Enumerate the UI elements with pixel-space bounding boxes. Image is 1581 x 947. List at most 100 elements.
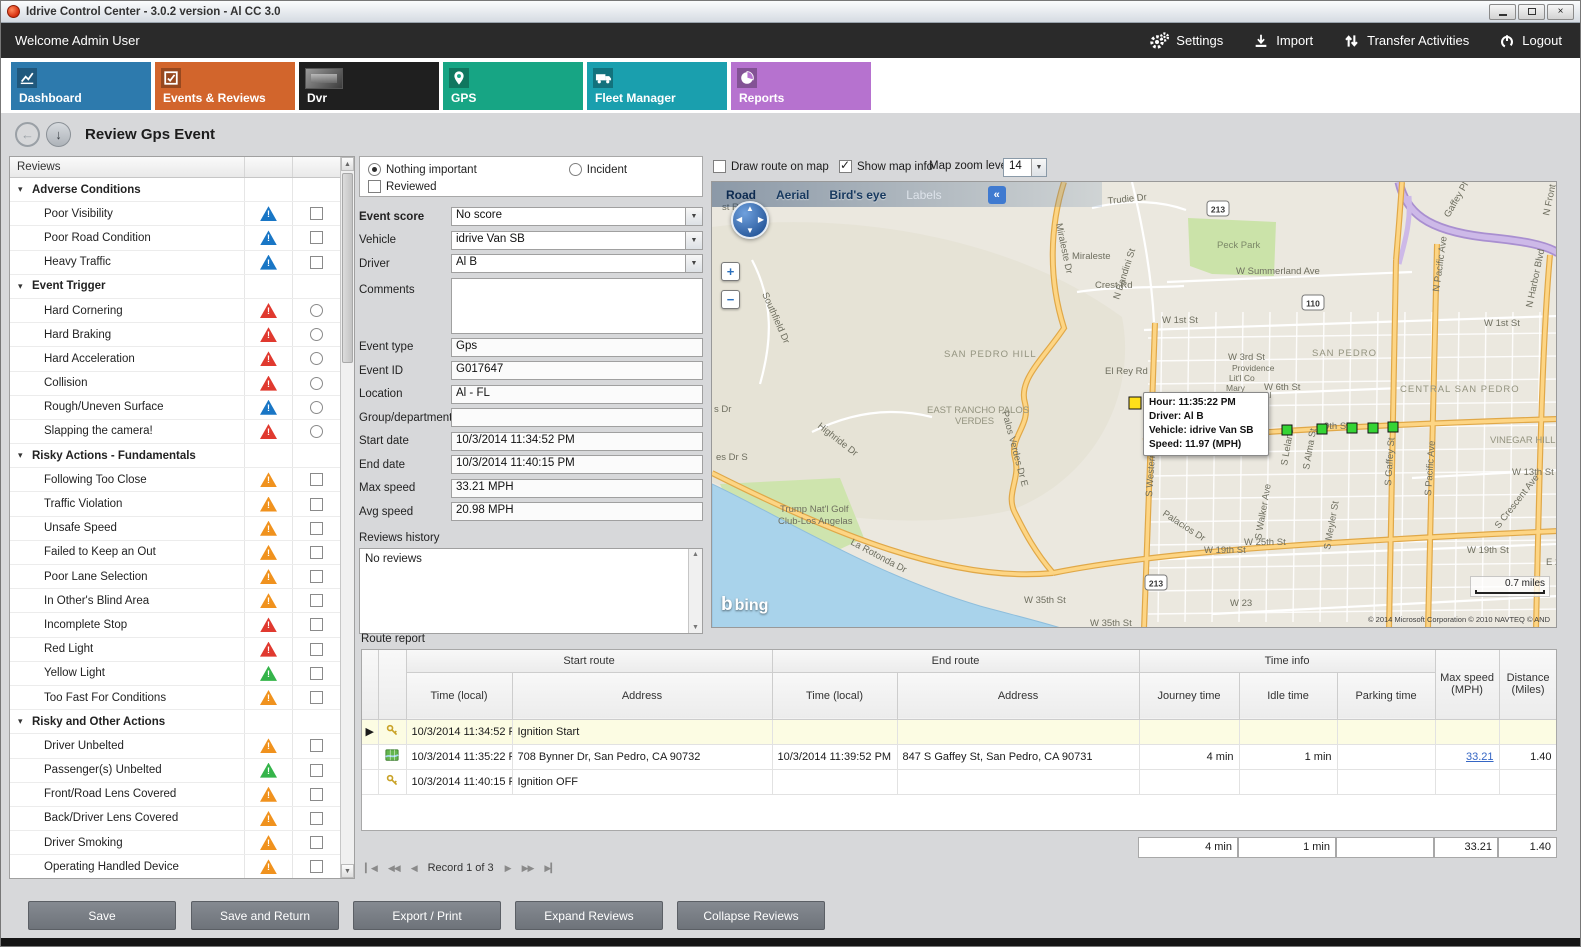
draw-route-checkbox[interactable] xyxy=(713,160,726,173)
import-button[interactable]: Import xyxy=(1253,33,1313,49)
map-view-labels[interactable]: Labels xyxy=(906,188,941,202)
next-record-icon[interactable]: ▶ xyxy=(505,863,511,874)
window-titlebar[interactable]: Idrive Control Center - 3.0.2 version - … xyxy=(1,1,1580,23)
review-toggle[interactable] xyxy=(310,691,323,704)
review-toggle[interactable] xyxy=(310,570,323,583)
review-toggle[interactable] xyxy=(310,473,323,486)
review-row[interactable]: Poor Lane Selection xyxy=(10,565,340,589)
reviewed-checkbox[interactable] xyxy=(368,180,381,193)
first-record-icon[interactable]: ▎◀ xyxy=(365,863,377,874)
review-toggle[interactable] xyxy=(310,328,323,341)
event-score-select[interactable]: No score▼ xyxy=(451,207,703,226)
incident-radio[interactable] xyxy=(569,163,582,176)
prev-page-icon[interactable]: ◀◀ xyxy=(388,863,400,874)
minimize-button[interactable] xyxy=(1489,4,1516,20)
tab-reports[interactable]: Reports xyxy=(731,62,871,110)
review-row[interactable]: Incomplete Stop xyxy=(10,613,340,637)
close-button[interactable]: × xyxy=(1547,4,1574,20)
map-zoom-select[interactable]: 14▼ xyxy=(1003,158,1047,177)
review-toggle[interactable] xyxy=(310,643,323,656)
review-toggle[interactable] xyxy=(310,594,323,607)
review-row[interactable]: Rough/Uneven Surface xyxy=(10,396,340,420)
nothing-important-radio[interactable] xyxy=(368,163,381,176)
review-row[interactable]: Slapping the camera! xyxy=(10,420,340,444)
review-row[interactable]: In Other's Blind Area xyxy=(10,589,340,613)
review-toggle[interactable] xyxy=(310,546,323,559)
review-row[interactable]: Collision xyxy=(10,372,340,396)
col-max-speed[interactable]: Max speed (MPH) xyxy=(1435,650,1499,719)
prev-record-icon[interactable]: ◀ xyxy=(411,863,417,874)
review-toggle[interactable] xyxy=(310,860,323,873)
route-row-ignition-start[interactable]: ▶ 10/3/2014 11:34:52 PM Ignition Start xyxy=(362,719,1557,744)
review-row[interactable]: Heavy Traffic xyxy=(10,251,340,275)
transfer-activities-button[interactable]: Transfer Activities xyxy=(1343,33,1469,49)
col-end-address[interactable]: Address xyxy=(897,672,1139,719)
col-distance[interactable]: Distance (Miles) xyxy=(1499,650,1557,719)
review-toggle[interactable] xyxy=(310,207,323,220)
review-row[interactable]: Adverse Conditions xyxy=(10,178,340,202)
review-toggle[interactable] xyxy=(310,352,323,365)
map-compass-control[interactable]: ▲ ▼ ◀ ▶ xyxy=(731,201,769,239)
last-record-icon[interactable]: ▶▎ xyxy=(544,863,556,874)
col-start-time[interactable]: Time (local) xyxy=(406,672,512,719)
review-row[interactable]: Front/Road Lens Covered xyxy=(10,783,340,807)
review-toggle[interactable] xyxy=(310,618,323,631)
review-row[interactable]: Poor Road Condition xyxy=(10,226,340,250)
pan-down-icon[interactable]: ▼ xyxy=(746,227,754,235)
map-view-birdseye[interactable]: Bird's eye xyxy=(829,188,886,202)
review-toggle[interactable] xyxy=(310,377,323,390)
review-row[interactable]: Too Fast For Conditions xyxy=(10,686,340,710)
history-scrollbar[interactable] xyxy=(688,549,702,633)
vehicle-select[interactable]: idrive Van SB▼ xyxy=(451,231,703,250)
bing-map[interactable]: 213110213 Trudie Drst Rd EPeck ParkMiral… xyxy=(711,181,1557,628)
review-toggle[interactable] xyxy=(310,498,323,511)
review-toggle[interactable] xyxy=(310,425,323,438)
scroll-up-icon[interactable]: ▲ xyxy=(341,157,354,171)
review-row[interactable]: Operating Handled Device xyxy=(10,855,340,878)
review-row[interactable]: Following Too Close xyxy=(10,468,340,492)
review-row[interactable]: Risky and Other Actions xyxy=(10,710,340,734)
route-row-trip[interactable]: 10/3/2014 11:35:22 PM 708 Bynner Dr, San… xyxy=(362,744,1557,769)
review-row[interactable]: Passenger(s) Unbelted xyxy=(10,759,340,783)
col-journey-time[interactable]: Journey time xyxy=(1139,672,1239,719)
review-toggle[interactable] xyxy=(310,401,323,414)
reviews-scrollbar[interactable]: ▲ ▼ xyxy=(340,157,354,878)
group-department-field[interactable] xyxy=(451,408,703,427)
back-button[interactable]: ← xyxy=(15,122,40,147)
col-start-address[interactable]: Address xyxy=(512,672,772,719)
review-row[interactable]: Yellow Light xyxy=(10,662,340,686)
show-map-info-checkbox[interactable] xyxy=(839,160,852,173)
collapse-map-bar-icon[interactable]: « xyxy=(988,186,1006,204)
review-row[interactable]: Hard Acceleration xyxy=(10,347,340,371)
review-row[interactable]: Driver Smoking xyxy=(10,831,340,855)
tab-events-reviews[interactable]: Events & Reviews xyxy=(155,62,295,110)
map-view-aerial[interactable]: Aerial xyxy=(776,188,809,202)
tab-gps[interactable]: GPS xyxy=(443,62,583,110)
review-toggle[interactable] xyxy=(310,812,323,825)
review-toggle[interactable] xyxy=(310,764,323,777)
review-toggle[interactable] xyxy=(310,788,323,801)
tab-fleet-manager[interactable]: Fleet Manager xyxy=(587,62,727,110)
review-row[interactable]: Event Trigger xyxy=(10,275,340,299)
save-and-return-button[interactable]: Save and Return xyxy=(191,901,339,930)
review-row[interactable]: Back/Driver Lens Covered xyxy=(10,807,340,831)
comments-input[interactable] xyxy=(451,278,703,334)
review-toggle[interactable] xyxy=(310,667,323,680)
pan-left-icon[interactable]: ◀ xyxy=(736,216,742,224)
pan-right-icon[interactable]: ▶ xyxy=(758,216,764,224)
review-toggle[interactable] xyxy=(310,836,323,849)
review-row[interactable]: Poor Visibility xyxy=(10,202,340,226)
next-event-button[interactable]: ↓ xyxy=(46,122,71,147)
route-row-ignition-off[interactable]: 10/3/2014 11:40:15 PM Ignition OFF xyxy=(362,769,1557,794)
review-toggle[interactable] xyxy=(310,256,323,269)
review-row[interactable]: Hard Cornering xyxy=(10,299,340,323)
review-row[interactable]: Red Light xyxy=(10,638,340,662)
review-toggle[interactable] xyxy=(310,304,323,317)
map-view-road[interactable]: Road xyxy=(726,188,756,202)
review-row[interactable]: Hard Braking xyxy=(10,323,340,347)
export-print-button[interactable]: Export / Print xyxy=(353,901,501,930)
next-page-icon[interactable]: ▶▶ xyxy=(522,863,534,874)
tab-dvr[interactable]: Dvr xyxy=(299,62,439,110)
zoom-out-button[interactable]: − xyxy=(721,290,740,309)
review-row[interactable]: Risky Actions - Fundamentals xyxy=(10,444,340,468)
